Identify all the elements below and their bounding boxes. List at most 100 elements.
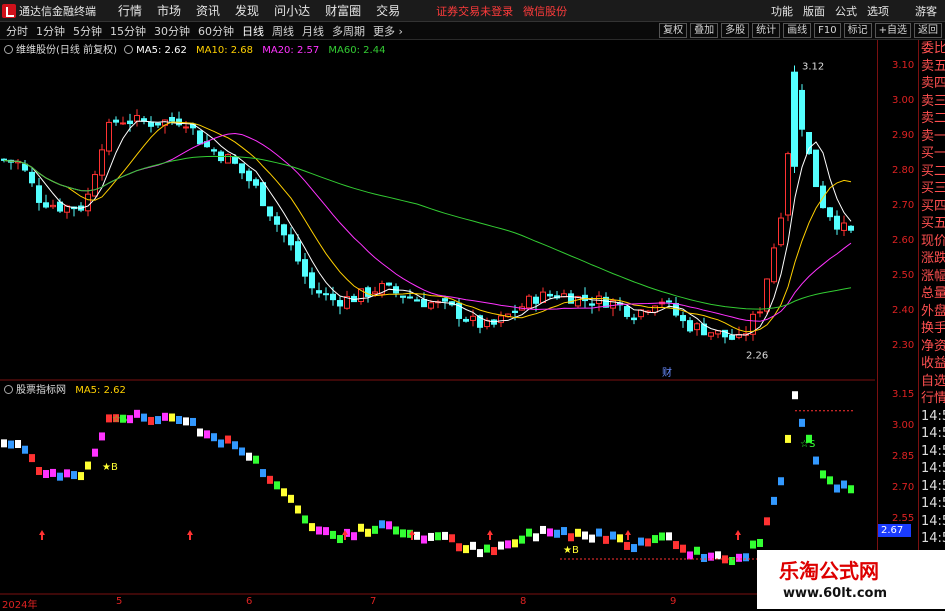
- indicator-block: [316, 526, 322, 535]
- indicator-block: [428, 532, 434, 541]
- period-weekly[interactable]: 周线: [272, 23, 294, 39]
- candle-body: [414, 299, 420, 302]
- indicator-block: [323, 527, 329, 536]
- indicator-block: [295, 505, 301, 514]
- candle-body: [757, 311, 763, 314]
- menu-wealth[interactable]: 财富圈: [325, 2, 361, 19]
- indicator-block: [820, 470, 826, 479]
- indicator-block: [190, 417, 196, 426]
- login-warning-2[interactable]: 微信股份: [523, 3, 567, 19]
- side-panel-item[interactable]: 行情: [919, 390, 945, 408]
- gear-icon[interactable]: [4, 385, 13, 394]
- indicator-tick: 3.00: [892, 420, 915, 431]
- candle-body: [848, 225, 854, 231]
- indicator-block: [288, 494, 294, 503]
- tool-f10[interactable]: F10: [814, 23, 841, 38]
- side-panel-item[interactable]: 自选: [919, 373, 945, 391]
- menu-discover[interactable]: 发现: [235, 2, 259, 19]
- indicator-block: [1, 439, 7, 448]
- indicator-block: [22, 445, 28, 454]
- period-more[interactable]: 更多 ›: [373, 23, 403, 39]
- candle-body: [281, 224, 287, 236]
- indicator-block: [666, 532, 672, 541]
- menu-ask[interactable]: 问小达: [274, 2, 310, 19]
- period-60min[interactable]: 60分钟: [198, 23, 234, 39]
- period-30min[interactable]: 30分钟: [154, 23, 190, 39]
- menu-formula[interactable]: 公式: [835, 3, 857, 19]
- tool-multi-stock[interactable]: 多股: [721, 23, 750, 38]
- indicator-block: [50, 468, 56, 477]
- candle-body: [708, 332, 714, 337]
- chevron-right-icon: ›: [398, 24, 403, 38]
- gear-icon[interactable]: [4, 45, 13, 54]
- main-chart-legend: 维维股份(日线 前复权) MA5: 2.62 MA10: 2.68 MA20: …: [4, 41, 385, 56]
- app-logo: 通达信金融终端: [2, 3, 96, 19]
- indicator-block: [155, 416, 161, 425]
- indicator-block: [750, 540, 756, 549]
- sub-chart-legend: 股票指标网 MA5: 2.62: [4, 381, 126, 396]
- menu-market[interactable]: 市场: [157, 2, 181, 19]
- indicator-block: [225, 435, 231, 444]
- indicator-block: [71, 471, 77, 480]
- price-tick: 2.80: [892, 165, 915, 176]
- buy-arrow-icon: [735, 530, 741, 540]
- guest-user[interactable]: 游客: [915, 3, 937, 19]
- period-daily[interactable]: 日线: [242, 23, 264, 39]
- period-15min[interactable]: 15分钟: [110, 23, 146, 39]
- tool-add-watch[interactable]: +自选: [874, 23, 911, 38]
- logo-icon: [2, 3, 16, 18]
- indicator-block: [414, 531, 420, 540]
- indicator-block: [470, 541, 476, 550]
- side-panel-item: 涨幅: [921, 268, 945, 284]
- ma60-label: MA60: 2.44: [328, 45, 386, 56]
- period-monthly[interactable]: 月线: [302, 23, 324, 39]
- kline-chart[interactable]: 3.12 2.26 财 ☆S ★B ☆S ★B: [0, 40, 875, 595]
- tool-mark[interactable]: 标记: [843, 23, 872, 38]
- indicator-block: [554, 529, 560, 538]
- side-panel-item: 外盘: [921, 303, 945, 319]
- menu-function[interactable]: 功能: [771, 3, 793, 19]
- period-1min[interactable]: 1分钟: [36, 23, 65, 39]
- indicator-block: [645, 538, 651, 547]
- tool-stats[interactable]: 统计: [752, 23, 781, 38]
- indicator-block: [309, 523, 315, 532]
- menu-news[interactable]: 资讯: [196, 2, 220, 19]
- ma5-line: [3, 120, 852, 336]
- indicator-block: [477, 549, 483, 558]
- indicator-block: [848, 485, 854, 494]
- tool-overlay[interactable]: 叠加: [690, 23, 719, 38]
- indicator-block: [456, 543, 462, 552]
- candle-body: [183, 126, 189, 129]
- menu-trade[interactable]: 交易: [376, 2, 400, 19]
- candle-body: [729, 334, 735, 340]
- indicator-block: [652, 535, 658, 544]
- candle-body: [302, 259, 308, 277]
- indicator-block: [351, 532, 357, 541]
- date-tick: 9: [670, 596, 677, 607]
- indicator-block: [575, 528, 581, 537]
- menu-layout[interactable]: 版面: [803, 3, 825, 19]
- candle-body: [372, 291, 378, 295]
- indicator-block: [659, 532, 665, 541]
- period-multi[interactable]: 多周期: [332, 23, 365, 39]
- indicator-block: [743, 553, 749, 562]
- price-tick: 2.50: [892, 270, 915, 281]
- period-5min[interactable]: 5分钟: [73, 23, 102, 39]
- tool-back[interactable]: 返回: [914, 23, 942, 38]
- candle-body: [813, 149, 819, 188]
- login-warning[interactable]: 证券交易未登录: [436, 3, 513, 19]
- indicator-block: [694, 546, 700, 555]
- candle-body: [309, 272, 315, 289]
- gear-icon[interactable]: [124, 45, 134, 54]
- side-panel-item: 卖四: [921, 76, 945, 91]
- candle-body: [778, 217, 784, 246]
- menu-options[interactable]: 选项: [867, 3, 889, 19]
- tool-draw[interactable]: 画线: [783, 23, 812, 38]
- tool-adjust[interactable]: 复权: [659, 23, 688, 38]
- period-intraday[interactable]: 分时: [6, 23, 28, 39]
- menu-quotes[interactable]: 行情: [118, 2, 142, 19]
- period-bar: 分时 1分钟 5分钟 15分钟 30分钟 60分钟 日线 周线 月线 多周期 更…: [0, 22, 945, 40]
- indicator-block: [841, 480, 847, 489]
- indicator-block: [162, 412, 168, 421]
- ma10-label: MA10: 2.68: [196, 45, 254, 56]
